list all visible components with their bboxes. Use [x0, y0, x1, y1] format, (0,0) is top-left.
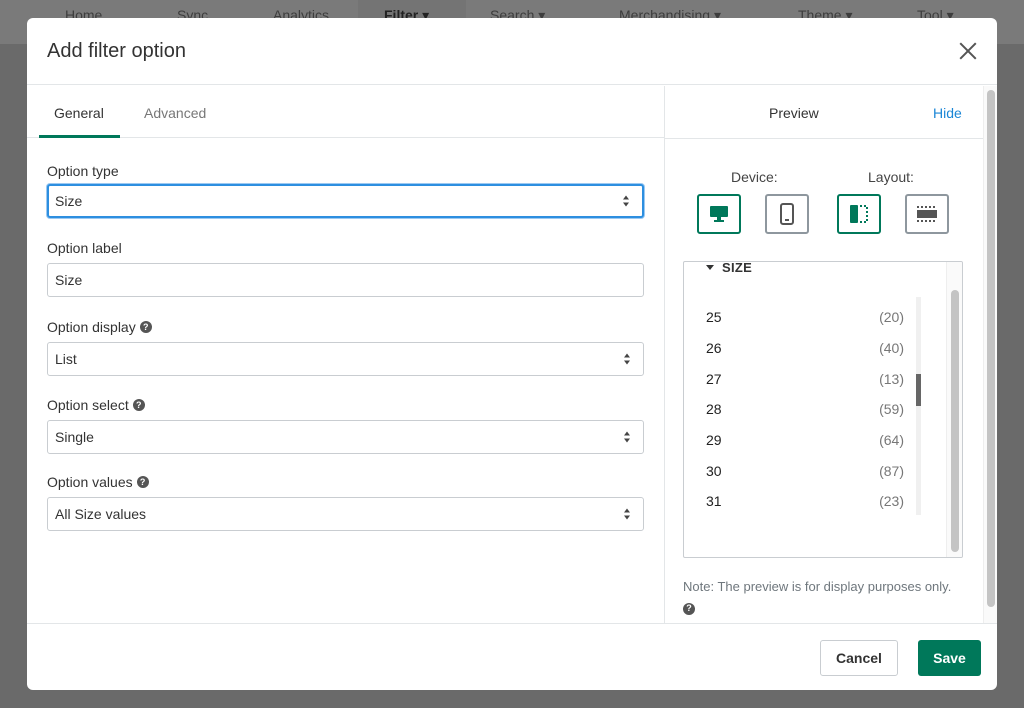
facet-item[interactable]: 31 (23): [706, 486, 904, 517]
caret-down-icon: [706, 265, 714, 270]
facet-item-value: 28: [706, 401, 722, 418]
help-icon[interactable]: ?: [132, 399, 145, 411]
option-values-select[interactable]: All Size values: [47, 497, 644, 531]
device-mobile-button[interactable]: [765, 194, 809, 234]
option-type-value: Size: [55, 193, 83, 209]
modal-header: Add filter option: [27, 18, 997, 85]
option-select-value: Single: [55, 429, 94, 445]
facet-item-count: (59): [879, 401, 904, 418]
preview-panel: Preview Hide Device: Layout: SIZE 25 (20…: [665, 86, 983, 623]
option-type-label: Option type: [47, 163, 119, 179]
preview-title: Preview: [769, 105, 819, 121]
preview-note: Note: The preview is for display purpose…: [683, 577, 963, 617]
facet-item[interactable]: 30 (87): [706, 455, 904, 486]
tab-general[interactable]: General: [54, 105, 104, 121]
facet-item[interactable]: 25 (20): [706, 302, 904, 333]
facet-header[interactable]: SIZE: [706, 261, 753, 275]
facet-list: 25 (20) 26 (40) 27 (13) 28 (59) 29 (64) …: [706, 302, 904, 517]
option-select-label: Option select ?: [47, 397, 145, 413]
layout-horizontal-button[interactable]: [905, 194, 949, 234]
modal-body: General Advanced Option type Size Option…: [27, 86, 997, 623]
preview-header: Preview Hide: [665, 86, 983, 139]
select-arrows-icon: [624, 353, 631, 365]
option-display-label-text: Option display: [47, 319, 136, 335]
facet-item-count: (23): [879, 493, 904, 510]
select-arrows-icon: [623, 195, 630, 207]
preview-scrollbar[interactable]: [946, 262, 962, 557]
facet-item-count: (87): [879, 462, 904, 479]
option-display-label: Option display ?: [47, 319, 152, 335]
modal-footer: Cancel Save: [27, 623, 997, 690]
facet-item[interactable]: 29 (64): [706, 425, 904, 456]
option-label-value: Size: [55, 272, 83, 288]
device-desktop-button[interactable]: [697, 194, 741, 234]
option-label-label: Option label: [47, 240, 122, 256]
facet-item-count: (20): [879, 309, 904, 326]
facet-item-count: (40): [879, 340, 904, 357]
facet-title: SIZE: [722, 261, 753, 275]
modal-scrollbar[interactable]: [983, 86, 997, 623]
option-type-select[interactable]: Size: [47, 184, 644, 218]
option-label-label-text: Option label: [47, 240, 122, 256]
desktop-icon: [710, 206, 728, 222]
option-label-input[interactable]: Size: [47, 263, 644, 297]
preview-scrollbar-thumb[interactable]: [951, 290, 959, 552]
facet-item-value: 30: [706, 462, 722, 479]
preview-facet-box: SIZE 25 (20) 26 (40) 27 (13) 28 (59) 29 …: [683, 261, 963, 558]
modal-scrollbar-thumb[interactable]: [987, 90, 995, 607]
select-arrows-icon: [624, 508, 631, 520]
facet-item-value: 27: [706, 370, 722, 387]
facet-scrollbar-thumb[interactable]: [916, 374, 921, 406]
option-display-select[interactable]: List: [47, 342, 644, 376]
active-tab-indicator: [39, 135, 120, 138]
facet-scrollbar[interactable]: [916, 297, 921, 515]
device-label: Device:: [731, 169, 778, 185]
option-values-label-text: Option values: [47, 474, 133, 490]
form-panel: General Advanced Option type Size Option…: [27, 86, 664, 623]
modal-title: Add filter option: [47, 40, 186, 62]
mobile-icon: [780, 203, 794, 225]
option-select-select[interactable]: Single: [47, 420, 644, 454]
option-values-value: All Size values: [55, 506, 147, 522]
facet-item-value: 29: [706, 432, 722, 449]
facet-item-value: 31: [706, 493, 722, 510]
tab-advanced[interactable]: Advanced: [144, 105, 206, 121]
close-icon[interactable]: [957, 40, 979, 62]
add-filter-option-modal: Add filter option General Advanced Optio…: [27, 18, 997, 690]
facet-item[interactable]: 27 (13): [706, 363, 904, 394]
facet-item[interactable]: 26 (40): [706, 333, 904, 364]
facet-item-value: 26: [706, 340, 722, 357]
layout-horizontal-icon: [917, 206, 937, 222]
help-icon[interactable]: ?: [683, 602, 695, 615]
option-display-value: List: [55, 351, 77, 367]
preview-note-text: Note: The preview is for display purpose…: [683, 579, 952, 594]
select-arrows-icon: [624, 431, 631, 443]
save-button[interactable]: Save: [918, 640, 981, 676]
facet-item-value: 25: [706, 309, 722, 326]
layout-label: Layout:: [868, 169, 914, 185]
facet-item-count: (13): [879, 370, 904, 387]
option-select-label-text: Option select: [47, 397, 129, 413]
layout-sidebar-icon: [850, 205, 868, 223]
option-values-label: Option values ?: [47, 474, 149, 490]
cancel-button[interactable]: Cancel: [820, 640, 898, 676]
option-type-label-text: Option type: [47, 163, 119, 179]
facet-item[interactable]: 28 (59): [706, 394, 904, 425]
help-icon[interactable]: ?: [139, 321, 152, 333]
layout-sidebar-button[interactable]: [837, 194, 881, 234]
help-icon[interactable]: ?: [136, 476, 149, 488]
facet-item-count: (64): [879, 432, 904, 449]
hide-preview-link[interactable]: Hide: [933, 105, 962, 121]
tab-bar: General Advanced: [27, 86, 664, 138]
